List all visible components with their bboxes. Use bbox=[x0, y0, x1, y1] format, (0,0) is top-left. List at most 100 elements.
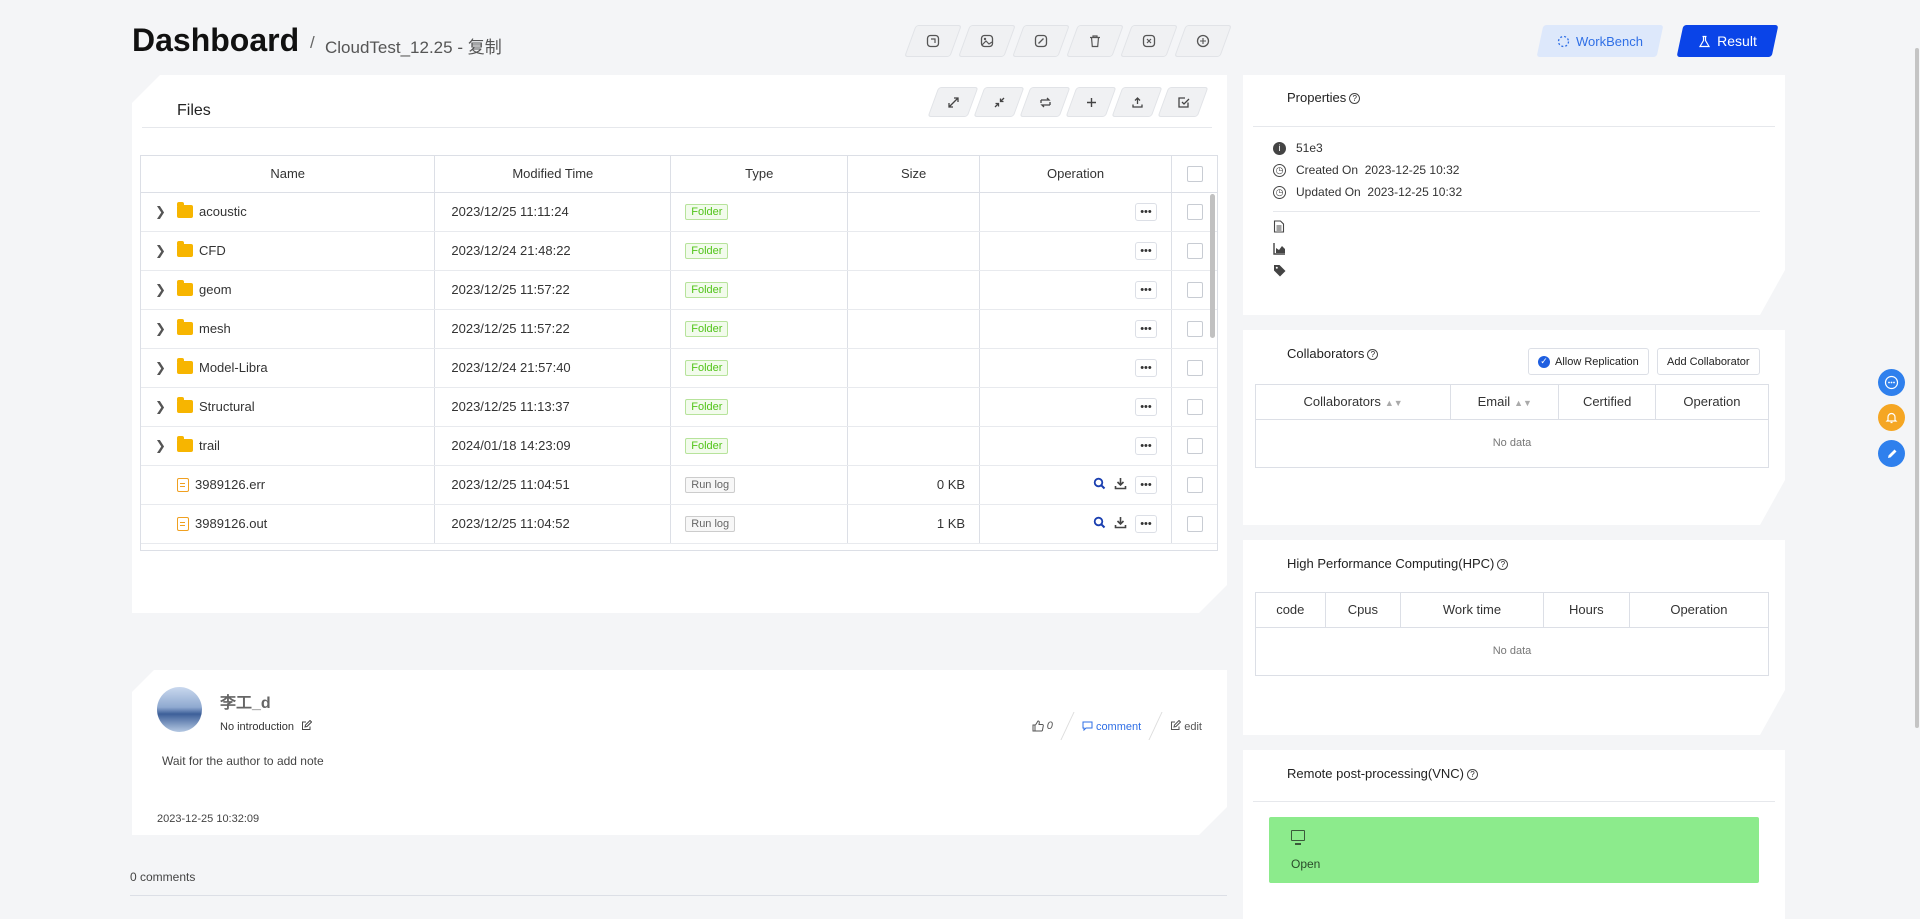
table-row[interactable]: ❯ Structural 2023/12/25 11:13:37 Folder ••• bbox=[141, 387, 1218, 426]
more-button[interactable]: ••• bbox=[1135, 359, 1157, 377]
copy-button[interactable] bbox=[910, 25, 956, 57]
more-button[interactable]: ••• bbox=[1135, 203, 1157, 221]
column-header-work-time: Work time bbox=[1401, 593, 1544, 627]
files-toolbar bbox=[933, 87, 1209, 117]
column-header-size[interactable]: Size bbox=[848, 156, 980, 192]
more-button[interactable]: ••• bbox=[1135, 515, 1157, 533]
column-header-collaborators[interactable]: Collaborators ▲▼ bbox=[1256, 385, 1451, 419]
file-name[interactable]: geom bbox=[199, 282, 232, 297]
more-button[interactable]: ••• bbox=[1135, 398, 1157, 416]
table-row[interactable]: ❯ Model-Libra 2023/12/24 21:57:40 Folder ••• bbox=[141, 348, 1218, 387]
avatar[interactable] bbox=[157, 687, 202, 732]
more-button[interactable]: ••• bbox=[1135, 281, 1157, 299]
result-button[interactable]: Result bbox=[1680, 25, 1775, 57]
pencil-icon bbox=[1887, 449, 1896, 458]
file-name[interactable]: trail bbox=[199, 438, 220, 453]
column-header-type[interactable]: Type bbox=[671, 156, 848, 192]
row-checkbox[interactable] bbox=[1187, 516, 1203, 532]
row-checkbox[interactable] bbox=[1187, 360, 1203, 376]
edit-intro-icon[interactable] bbox=[301, 720, 312, 731]
share-button[interactable] bbox=[1180, 25, 1226, 57]
add-button[interactable] bbox=[1071, 87, 1111, 117]
file-name[interactable]: Model-Libra bbox=[199, 360, 268, 375]
select-button[interactable] bbox=[1163, 87, 1203, 117]
delete-button[interactable] bbox=[1072, 25, 1118, 57]
collapse-all-button[interactable] bbox=[979, 87, 1019, 117]
collaborators-table: Collaborators ▲▼ Email ▲▼ Certified Operat… bbox=[1255, 384, 1769, 468]
cell-modified: 2023/12/24 21:57:40 bbox=[435, 348, 671, 387]
download-button[interactable] bbox=[1114, 477, 1127, 493]
more-button[interactable]: ••• bbox=[1135, 437, 1157, 455]
thumbs-up-icon[interactable] bbox=[1032, 720, 1044, 732]
image-button[interactable] bbox=[964, 25, 1010, 57]
file-name[interactable]: 3989126.err bbox=[195, 477, 265, 492]
file-name[interactable]: acoustic bbox=[199, 204, 247, 219]
edit-note-link[interactable]: edit bbox=[1170, 720, 1202, 733]
chat-button[interactable] bbox=[1878, 369, 1905, 396]
row-checkbox[interactable] bbox=[1187, 399, 1203, 415]
type-tag: Run log bbox=[685, 516, 735, 532]
divider bbox=[130, 895, 1227, 896]
row-checkbox[interactable] bbox=[1187, 477, 1203, 493]
download-button[interactable] bbox=[1114, 516, 1127, 532]
row-checkbox[interactable] bbox=[1187, 438, 1203, 454]
file-name[interactable]: Structural bbox=[199, 399, 255, 414]
close-button[interactable] bbox=[1126, 25, 1172, 57]
expand-chevron-icon[interactable]: ❯ bbox=[155, 204, 173, 220]
more-button[interactable]: ••• bbox=[1135, 476, 1157, 494]
row-checkbox[interactable] bbox=[1187, 321, 1203, 337]
more-button[interactable]: ••• bbox=[1135, 320, 1157, 338]
refresh-button[interactable] bbox=[1025, 87, 1065, 117]
file-name[interactable]: mesh bbox=[199, 321, 231, 336]
table-row[interactable]: ❯ trail 2024/01/18 14:23:09 Folder ••• bbox=[141, 426, 1218, 465]
help-icon[interactable]: ? bbox=[1467, 769, 1479, 780]
notification-button[interactable] bbox=[1878, 404, 1905, 431]
upload-button[interactable] bbox=[1117, 87, 1157, 117]
edit-button[interactable] bbox=[1018, 25, 1064, 57]
add-collaborator-button[interactable]: Add Collaborator bbox=[1657, 348, 1760, 375]
table-row[interactable]: 3989126.err 2023/12/25 11:04:51 Run log 0 K… bbox=[141, 465, 1218, 504]
sort-icon[interactable]: ▲▼ bbox=[1514, 398, 1532, 408]
page-scrollbar[interactable] bbox=[1915, 48, 1919, 728]
table-row[interactable]: ❯ CFD 2023/12/24 21:48:22 Folder ••• bbox=[141, 231, 1218, 270]
file-name[interactable]: 3989126.out bbox=[195, 516, 267, 531]
cell-size bbox=[848, 231, 980, 270]
cell-type: Run log bbox=[671, 504, 848, 543]
header-toolbar bbox=[910, 25, 1234, 57]
author-name[interactable]: 李工_d bbox=[220, 689, 271, 713]
expand-chevron-icon[interactable]: ❯ bbox=[155, 321, 173, 337]
preview-button[interactable] bbox=[1093, 477, 1106, 493]
expand-chevron-icon[interactable]: ❯ bbox=[155, 282, 173, 298]
file-name[interactable]: CFD bbox=[199, 243, 226, 258]
help-icon[interactable]: ? bbox=[1349, 93, 1360, 104]
type-tag: Folder bbox=[685, 399, 728, 415]
feedback-button[interactable] bbox=[1878, 440, 1905, 467]
expand-chevron-icon[interactable]: ❯ bbox=[155, 360, 173, 376]
table-row[interactable]: ❯ mesh 2023/12/25 11:57:22 Folder ••• bbox=[141, 309, 1218, 348]
expand-chevron-icon[interactable]: ❯ bbox=[155, 399, 173, 415]
help-icon[interactable]: ? bbox=[1497, 559, 1508, 570]
expand-chevron-icon[interactable]: ❯ bbox=[155, 243, 173, 259]
select-all-checkbox[interactable] bbox=[1187, 166, 1203, 182]
table-scrollbar[interactable] bbox=[1210, 194, 1215, 338]
row-checkbox[interactable] bbox=[1187, 243, 1203, 259]
row-checkbox[interactable] bbox=[1187, 282, 1203, 298]
column-header-modified[interactable]: Modified Time bbox=[435, 156, 671, 192]
collaborators-title: Collaborators? bbox=[1287, 346, 1378, 361]
column-header-email[interactable]: Email ▲▼ bbox=[1451, 385, 1559, 419]
table-row[interactable]: ❯ acoustic 2023/12/25 11:11:24 Folder ••• bbox=[141, 192, 1218, 231]
table-row[interactable]: 3989126.out 2023/12/25 11:04:52 Run log 1 K… bbox=[141, 504, 1218, 543]
workbench-button[interactable]: WorkBench bbox=[1540, 25, 1660, 57]
vnc-open-button[interactable]: Open bbox=[1269, 817, 1759, 883]
preview-button[interactable] bbox=[1093, 516, 1106, 532]
comment-link[interactable]: comment bbox=[1082, 720, 1141, 733]
table-row[interactable]: ❯ geom 2023/12/25 11:57:22 Folder ••• bbox=[141, 270, 1218, 309]
more-button[interactable]: ••• bbox=[1135, 242, 1157, 260]
help-icon[interactable]: ? bbox=[1367, 349, 1378, 360]
row-checkbox[interactable] bbox=[1187, 204, 1203, 220]
column-header-name[interactable]: Name bbox=[141, 156, 435, 192]
allow-replication-toggle[interactable]: ✓ Allow Replication bbox=[1528, 348, 1649, 375]
expand-all-button[interactable] bbox=[933, 87, 973, 117]
sort-icon[interactable]: ▲▼ bbox=[1385, 398, 1403, 408]
expand-chevron-icon[interactable]: ❯ bbox=[155, 438, 173, 454]
